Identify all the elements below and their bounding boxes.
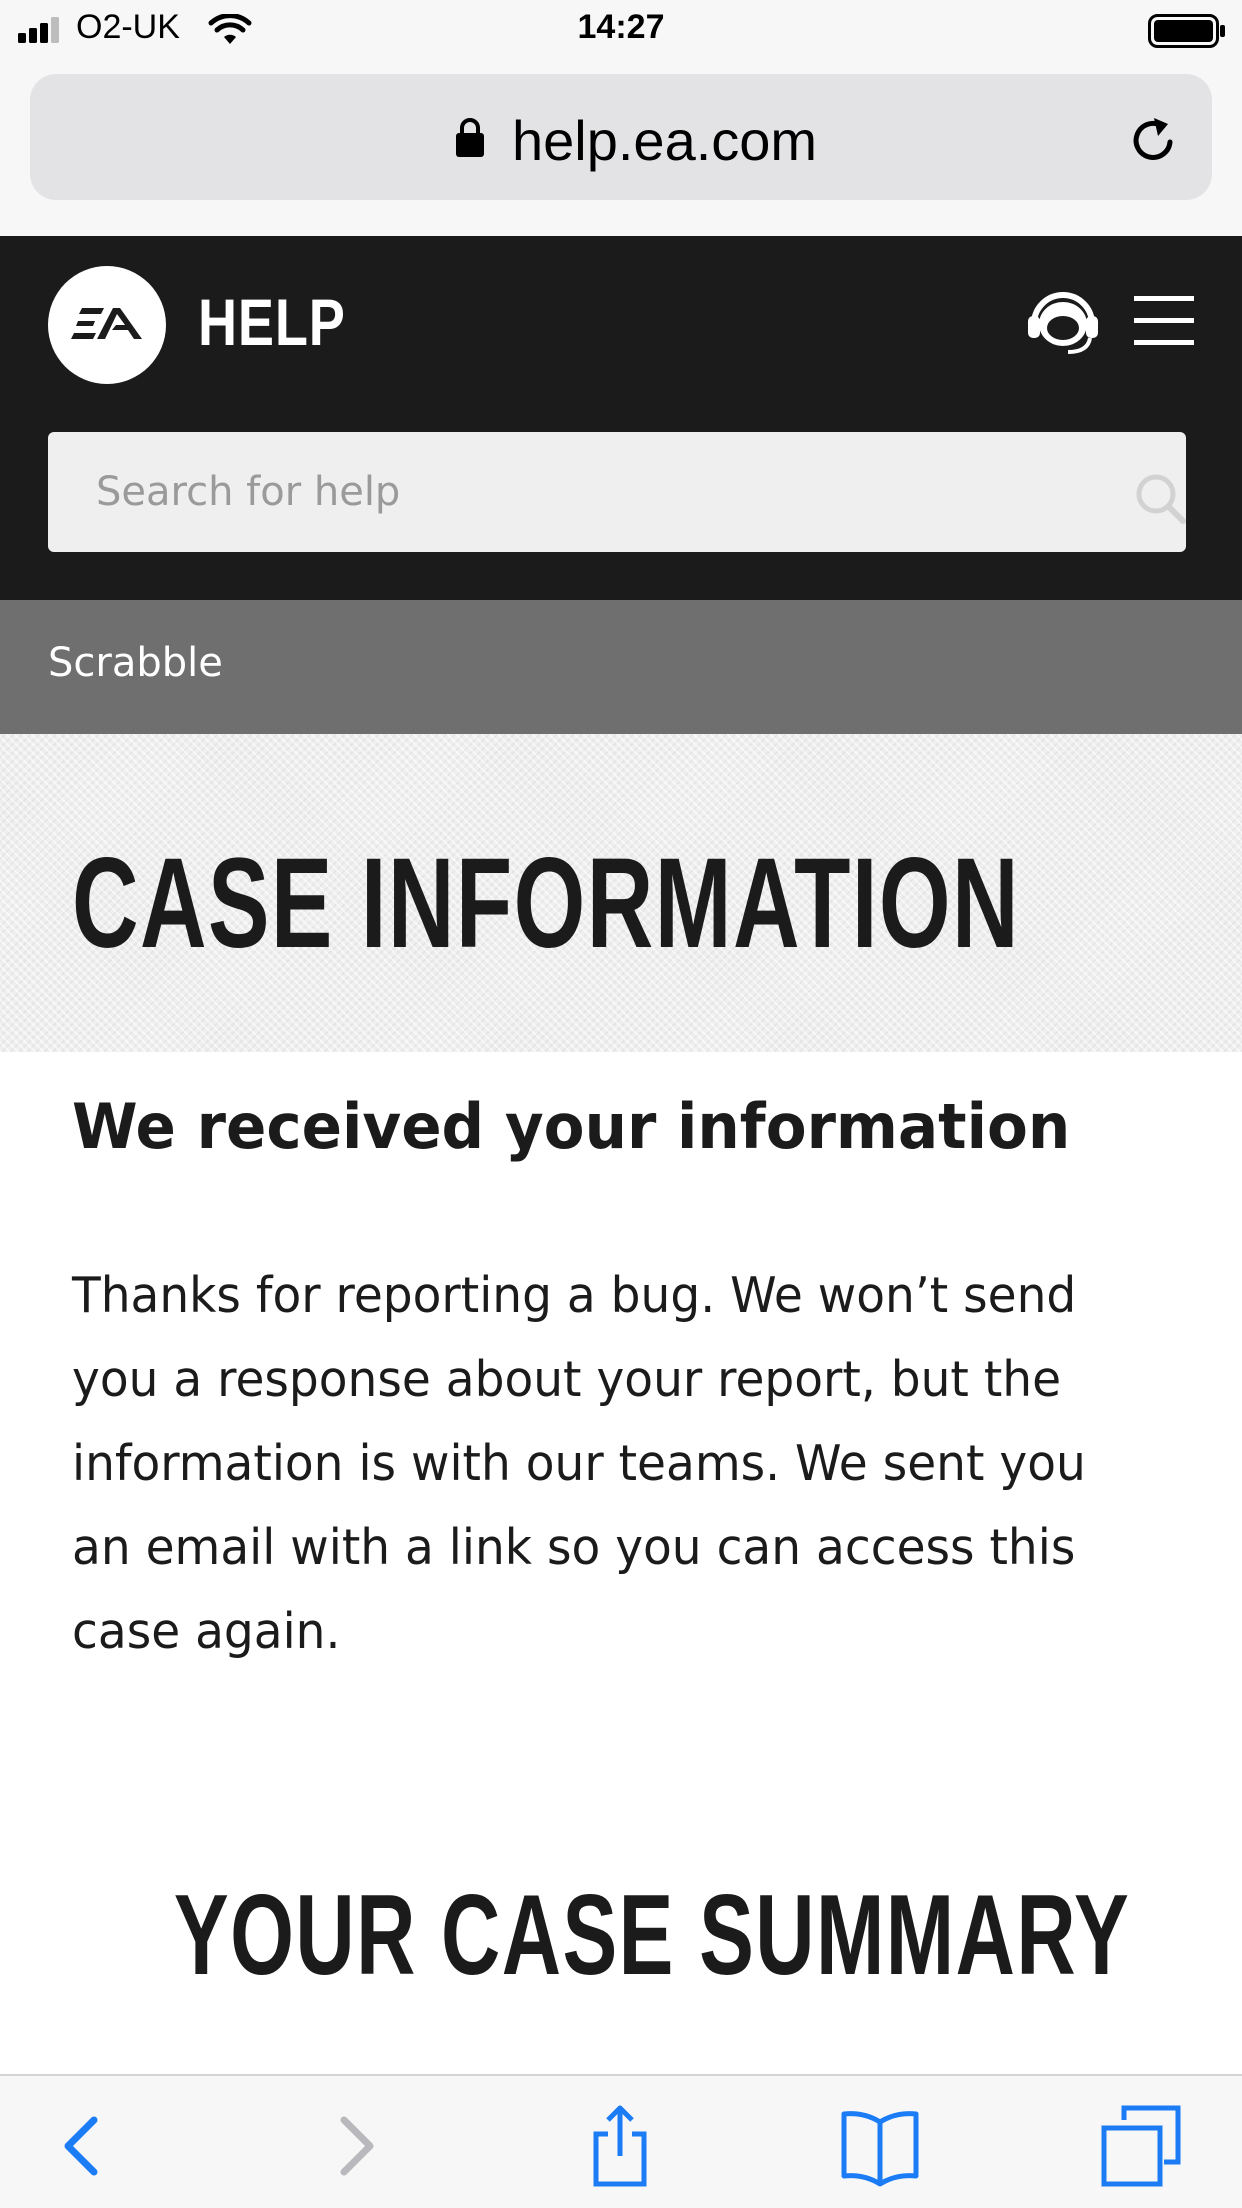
search-icon[interactable]	[1132, 470, 1188, 526]
browser-toolbar	[0, 2074, 1242, 2208]
bookmarks-icon[interactable]	[838, 2104, 922, 2188]
site-header: HELP	[0, 236, 1242, 600]
status-bar: O2-UK 14:27	[0, 0, 1242, 60]
headset-icon[interactable]	[1024, 286, 1102, 358]
status-time: 14:27	[577, 8, 665, 46]
browser-address-area: help.ea.com	[0, 60, 1242, 236]
back-icon[interactable]	[42, 2104, 126, 2188]
forward-icon[interactable]	[312, 2104, 396, 2188]
page-title: CASE INFORMATION	[72, 832, 1021, 975]
confirmation-heading: We received your information	[72, 1090, 1071, 1163]
case-summary-title: YOUR CASE SUMMARY	[173, 1872, 1131, 1999]
battery-icon	[1148, 14, 1225, 48]
share-icon[interactable]	[578, 2104, 662, 2188]
breadcrumb-item-scrabble[interactable]: Scrabble	[48, 640, 223, 686]
title-band: CASE INFORMATION	[0, 734, 1242, 1052]
menu-icon[interactable]	[1134, 294, 1194, 348]
tabs-icon[interactable]	[1098, 2104, 1182, 2188]
search-box	[48, 432, 1186, 552]
search-input[interactable]	[48, 432, 1186, 552]
ea-logo[interactable]	[48, 266, 166, 384]
breadcrumb: Scrabble	[0, 600, 1242, 734]
address-bar[interactable]: help.ea.com	[30, 74, 1212, 200]
lock-icon	[456, 118, 484, 157]
confirmation-message: Thanks for reporting a bug. We won’t sen…	[72, 1267, 1086, 1660]
reload-icon[interactable]	[1126, 112, 1182, 168]
url-domain: help.ea.com	[512, 109, 818, 172]
ea-logo-mark	[71, 308, 142, 339]
help-title: HELP	[198, 285, 346, 359]
